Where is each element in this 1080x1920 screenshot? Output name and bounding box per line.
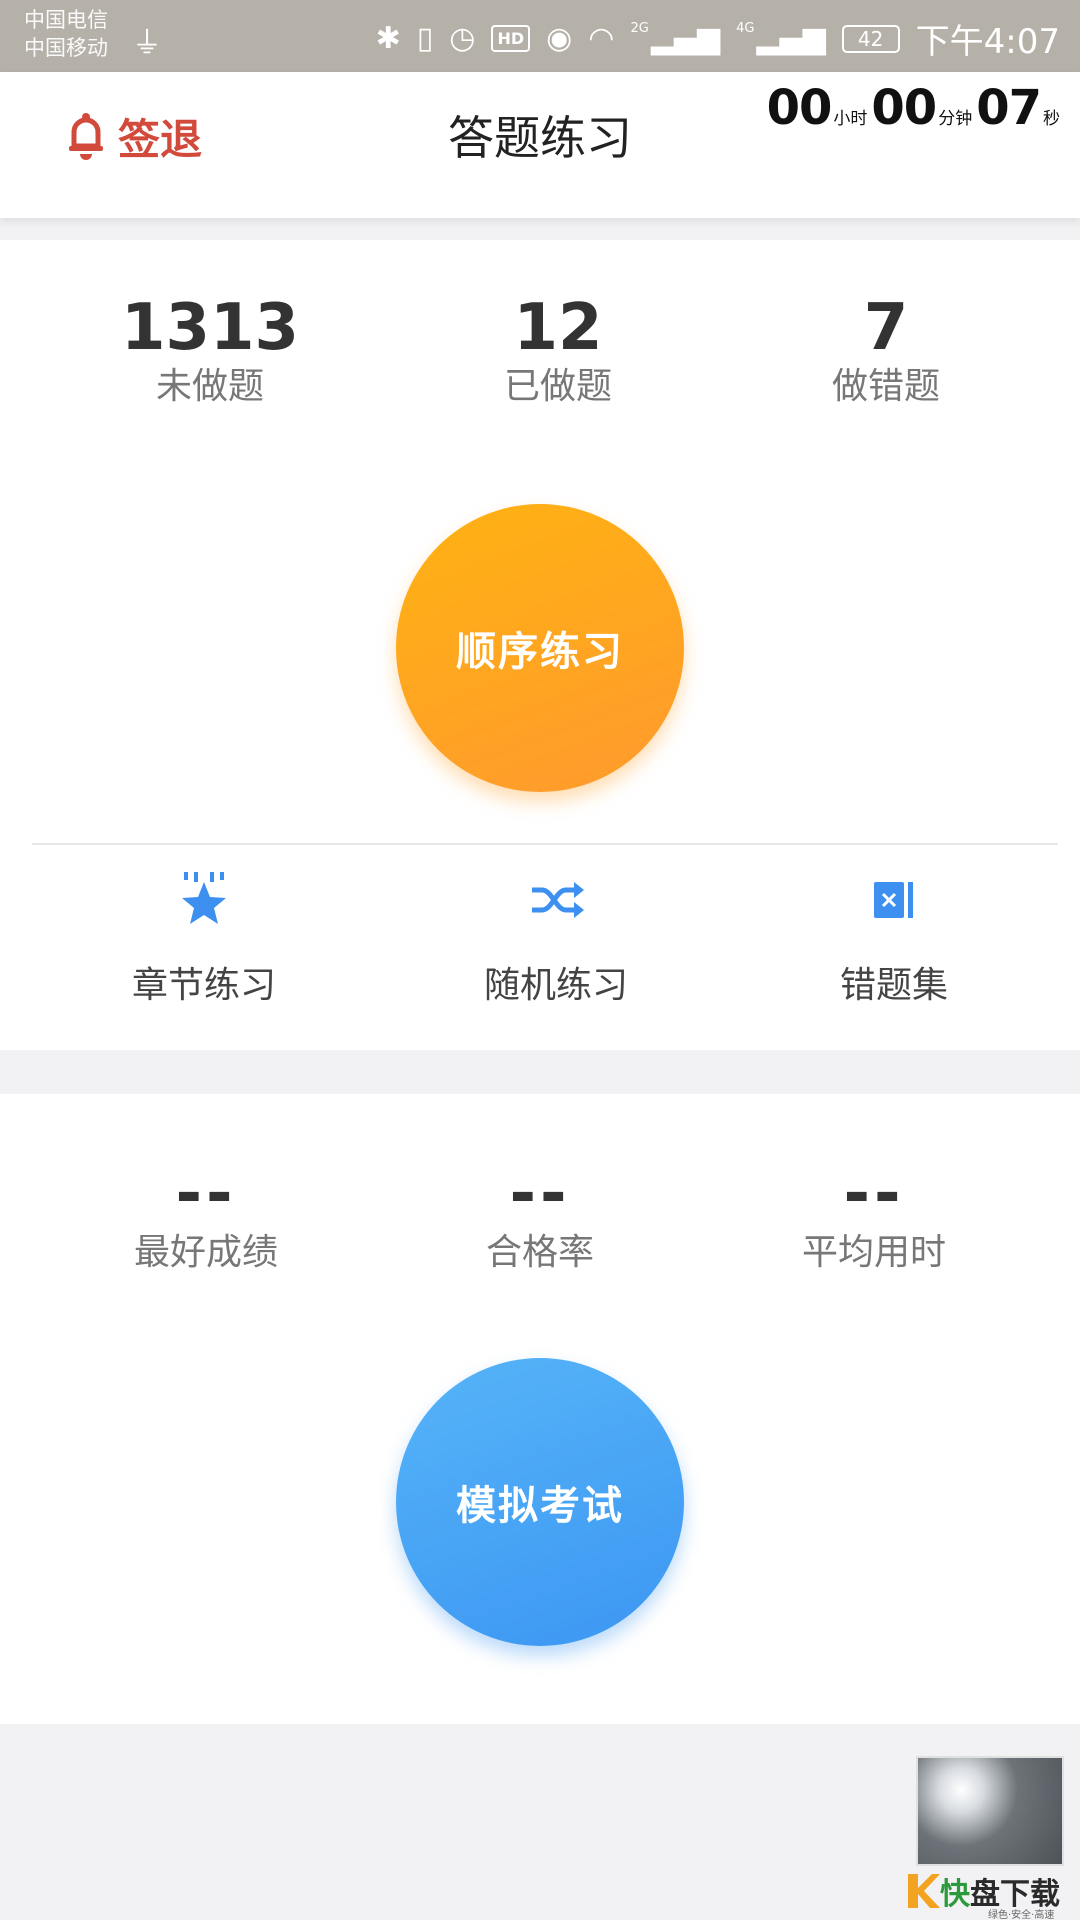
mock-exam-button[interactable]: 模拟考试 bbox=[396, 1358, 684, 1646]
stat-done-label: 已做题 bbox=[503, 366, 612, 407]
stat-wrong-label: 做错题 bbox=[831, 366, 940, 407]
elapsed-timer: 00 小时 00 分钟 07 秒 bbox=[767, 80, 1064, 136]
sequential-practice-button[interactable]: 顺序练习 bbox=[396, 504, 684, 792]
camera-thumbnail[interactable] bbox=[916, 1756, 1064, 1866]
divider bbox=[32, 843, 1058, 845]
random-practice-label: 随机练习 bbox=[483, 965, 628, 1006]
timer-minutes: 00 bbox=[871, 80, 937, 136]
random-practice-button[interactable]: 随机练习 bbox=[436, 870, 676, 1008]
eye-icon: ◉ bbox=[546, 21, 573, 56]
chapter-practice-label: 章节练习 bbox=[131, 965, 276, 1006]
stat-wrong: 7 做错题 bbox=[736, 292, 1036, 410]
timer-hours-unit: 小时 bbox=[833, 109, 868, 129]
app-header: 签退 答题练习 00 小时 00 分钟 07 秒 bbox=[0, 72, 1080, 218]
stat-best-score-label: 最好成绩 bbox=[133, 1232, 278, 1273]
network-2g-label: 2G bbox=[630, 21, 649, 36]
wrong-book-label: 错题集 bbox=[839, 965, 948, 1006]
usb-icon: ⏚ bbox=[132, 26, 162, 61]
timer-seconds-unit: 秒 bbox=[1043, 109, 1060, 129]
stat-undone: 1313 未做题 bbox=[60, 292, 360, 410]
wrong-book-button[interactable]: 错题集 bbox=[774, 870, 1014, 1008]
timer-minutes-unit: 分钟 bbox=[938, 109, 973, 129]
carrier-2: 中国移动 bbox=[24, 36, 108, 60]
status-bar: 中国电信 中国移动 ⏚ ✱ ▯ ◷ HD ◉ ◠ 2G ▂▄▆ 4G ▂▄▆ 4… bbox=[0, 0, 1080, 72]
stat-undone-label: 未做题 bbox=[155, 366, 264, 407]
alarm-icon: ◷ bbox=[449, 21, 476, 56]
stat-avg-time: -- 平均用时 bbox=[724, 1158, 1024, 1276]
hd-badge: HD bbox=[491, 25, 531, 52]
star-icon bbox=[182, 872, 226, 924]
network-4g-label: 4G bbox=[736, 21, 755, 36]
stat-wrong-value: 7 bbox=[863, 291, 909, 365]
signal-icon: ▂▄▆ bbox=[650, 21, 721, 56]
practice-modes: 章节练习 随机练习 错题集 bbox=[0, 870, 1080, 1020]
vibrate-icon: ▯ bbox=[416, 21, 434, 56]
status-time: 下午4:07 bbox=[915, 22, 1060, 62]
exam-card: -- 最好成绩 -- 合格率 -- 平均用时 模拟考试 bbox=[0, 1094, 1080, 1724]
practice-stats: 1313 未做题 12 已做题 7 做错题 bbox=[0, 292, 1080, 422]
stat-pass-rate-value: -- bbox=[509, 1157, 571, 1231]
sequential-practice-label: 顺序练习 bbox=[456, 629, 624, 675]
carrier-info: 中国电信 中国移动 bbox=[24, 6, 108, 62]
carrier-1: 中国电信 bbox=[24, 8, 108, 32]
shuffle-icon bbox=[532, 882, 584, 918]
timer-hours: 00 bbox=[766, 80, 833, 136]
bluetooth-icon: ✱ bbox=[375, 21, 401, 56]
timer-seconds: 07 bbox=[976, 80, 1042, 136]
wrong-book-icon bbox=[874, 882, 913, 918]
practice-card: 1313 未做题 12 已做题 7 做错题 顺序练习 章节练习 随机练习 错题集 bbox=[0, 240, 1080, 1050]
status-icons: ✱ ▯ ◷ HD ◉ ◠ 2G ▂▄▆ 4G ▂▄▆ 42 下午4:07 bbox=[376, 14, 1060, 63]
k-logo-icon bbox=[908, 1874, 940, 1908]
chapter-practice-button[interactable]: 章节练习 bbox=[84, 870, 324, 1008]
battery-icon: 42 bbox=[841, 24, 900, 53]
wifi-icon: ◠ bbox=[588, 21, 615, 56]
stat-avg-time-value: -- bbox=[843, 1157, 905, 1231]
stat-done: 12 已做题 bbox=[408, 292, 708, 410]
stat-pass-rate: -- 合格率 bbox=[390, 1158, 690, 1276]
stat-undone-value: 1313 bbox=[120, 291, 300, 365]
exam-stats: -- 最好成绩 -- 合格率 -- 平均用时 bbox=[0, 1158, 1080, 1288]
stat-best-score-value: -- bbox=[175, 1157, 237, 1231]
stat-avg-time-label: 平均用时 bbox=[801, 1232, 946, 1273]
stat-pass-rate-label: 合格率 bbox=[485, 1232, 594, 1273]
mock-exam-label: 模拟考试 bbox=[456, 1483, 624, 1529]
watermark-green-text: 快 bbox=[940, 1877, 970, 1912]
watermark-logo: 快 盘下载 绿色·安全·高速 bbox=[906, 1866, 1076, 1920]
stat-best-score: -- 最好成绩 bbox=[56, 1158, 356, 1276]
watermark-subtitle: 绿色·安全·高速 bbox=[988, 1910, 1055, 1920]
stat-done-value: 12 bbox=[513, 291, 603, 365]
signal-icon-2: ▂▄▆ bbox=[756, 21, 826, 56]
